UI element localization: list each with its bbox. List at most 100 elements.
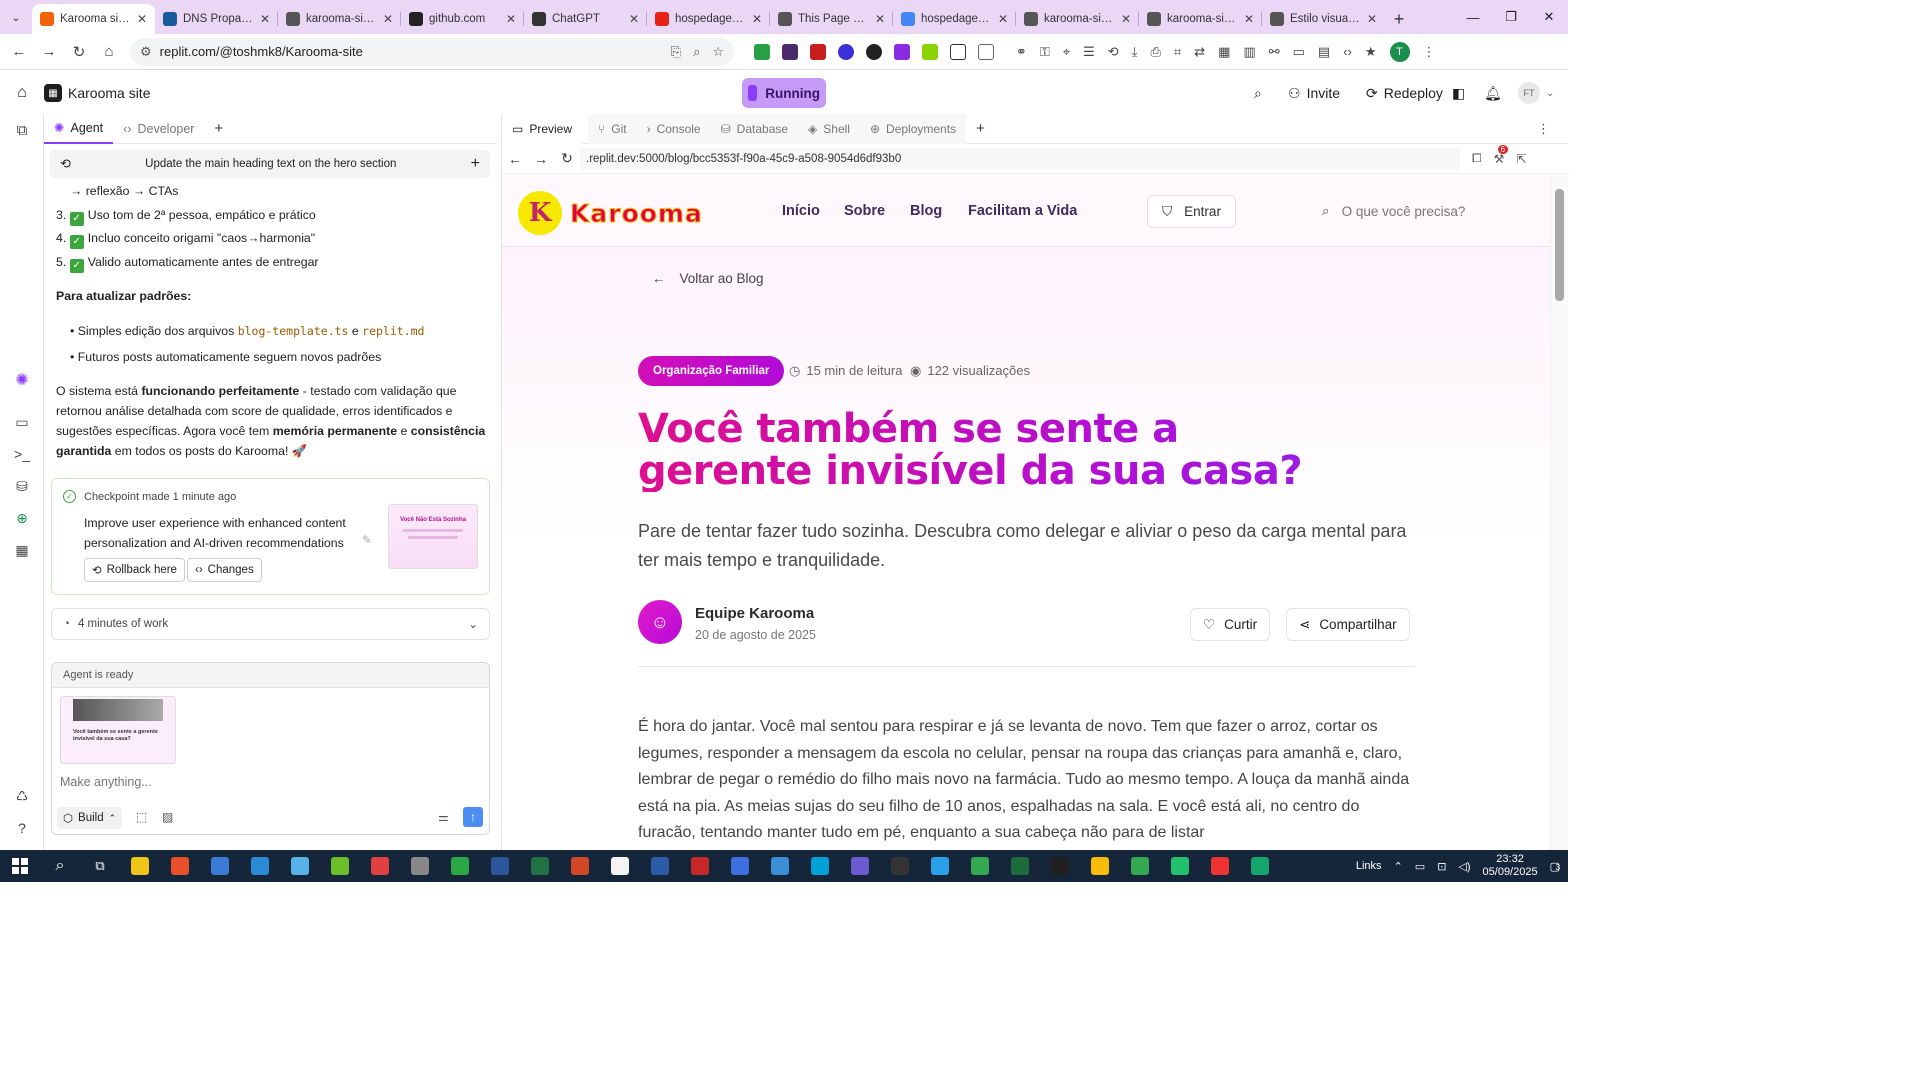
tab-preview[interactable]: ▭ Preview (502, 113, 583, 144)
chat-history-bar[interactable]: ⟲ Update the main heading text on the he… (50, 150, 490, 178)
windows-start-icon[interactable] (0, 850, 40, 882)
browser-tab[interactable]: karooma-site-t ✕ (278, 4, 401, 34)
deployments-globe-icon[interactable]: ⊕ (0, 510, 44, 527)
rollback-button[interactable]: ⟲ Rollback here (84, 558, 185, 582)
taskbar-app-icon[interactable] (1000, 850, 1040, 882)
location-pin-icon[interactable]: ⌖ (1063, 44, 1070, 60)
links-toolbar[interactable]: Links (1356, 860, 1382, 872)
tab-database[interactable]: ⛁ Database (710, 113, 799, 144)
reload-icon[interactable]: ↻ (64, 37, 94, 67)
taskbar-app-icon[interactable] (960, 850, 1000, 882)
taskbar-app-icon[interactable] (200, 850, 240, 882)
new-tab-button[interactable]: + (1385, 4, 1413, 34)
work-summary-bar[interactable]: ◔ 4 minutes of work ⌄ (51, 608, 490, 640)
reload-icon[interactable]: ↻ (554, 150, 580, 167)
database-icon[interactable]: ⛁ (0, 478, 44, 495)
browser-tab[interactable]: Karooma site - ✕ (32, 4, 155, 34)
browser-tab[interactable]: karooma-site-t ✕ (1139, 4, 1262, 34)
taskbar-app-icon[interactable] (720, 850, 760, 882)
taskbar-app-icon[interactable] (320, 850, 360, 882)
close-tab-icon[interactable]: ✕ (629, 12, 639, 26)
extension-icon[interactable] (866, 43, 882, 60)
run-status-button[interactable]: Running (742, 78, 826, 108)
site-logo[interactable]: K Karooma (518, 191, 703, 235)
prompt-input[interactable] (60, 775, 360, 789)
taskbar-app-icon[interactable] (1160, 850, 1200, 882)
tray-chevron-icon[interactable]: ⌃ (1394, 860, 1403, 873)
reading-list-icon[interactable]: ☰ (1083, 44, 1095, 60)
qr-code-icon[interactable]: ▦ (1218, 44, 1230, 60)
ai-chat-icon[interactable]: ◧ (1452, 78, 1465, 108)
close-window-icon[interactable]: ✕ (1530, 0, 1568, 34)
help-icon[interactable]: ? (0, 820, 44, 836)
taskbar-app-icon[interactable] (680, 850, 720, 882)
tab-console[interactable]: › Console (636, 113, 711, 144)
extension-icon[interactable] (782, 43, 798, 60)
task-view-icon[interactable]: ⧉ (80, 850, 120, 882)
attachment-thumbnail[interactable]: Você também se sente a gerente invisível… (60, 696, 176, 764)
taskbar-app-icon[interactable] (600, 850, 640, 882)
devtools-code-icon[interactable]: ‹› (1343, 44, 1352, 59)
build-mode-select[interactable]: ⬡ Build ⌃ (57, 807, 123, 829)
open-new-tab-icon[interactable]: ⇱ (1516, 152, 1526, 166)
taskbar-app-icon[interactable] (1040, 850, 1080, 882)
address-bar[interactable]: ⚙ replit.com/@toshmk8/Karooma-site ⎘ ⌕ ☆ (130, 37, 734, 66)
taskbar-app-icon[interactable] (920, 850, 960, 882)
taskbar-app-icon[interactable] (280, 850, 320, 882)
browser-tab[interactable]: karooma-site-t ✕ (1016, 4, 1139, 34)
tab-agent[interactable]: ✺ Agent (44, 113, 114, 144)
tab-developer[interactable]: ‹› Developer (113, 114, 204, 144)
notification-center-icon[interactable]: ▢ 3 (1550, 860, 1560, 873)
taskbar-app-icon[interactable] (560, 850, 600, 882)
add-tab-button[interactable]: + (966, 114, 995, 144)
changes-button[interactable]: ‹› Changes (187, 558, 262, 582)
taskbar-app-icon[interactable] (360, 850, 400, 882)
taskbar-app-icon[interactable] (400, 850, 440, 882)
link-icon[interactable]: ⚯ (1269, 44, 1280, 60)
bookmarks-star-icon[interactable]: ★ (1365, 44, 1377, 60)
site-search[interactable]: ⌕ O que você precisa? (1322, 203, 1465, 219)
download-icon[interactable]: ⤓ (1132, 44, 1138, 60)
taskbar-app-icon[interactable] (440, 850, 480, 882)
close-tab-icon[interactable]: ✕ (260, 12, 270, 26)
browser-tab[interactable]: Estilo visual pa ✕ (1262, 4, 1385, 34)
devtools-wrench-icon[interactable]: ⚒ 6 (1494, 144, 1509, 166)
battery-icon[interactable]: ▭ (1415, 860, 1425, 873)
back-to-blog-link[interactable]: ← Voltar ao Blog (652, 271, 764, 286)
close-tab-icon[interactable]: ✕ (137, 12, 147, 26)
preview-url[interactable]: .replit.dev:5000/blog/bcc5353f-f90a-45c9… (580, 147, 1460, 170)
install-app-icon[interactable]: ⎘ (671, 44, 681, 60)
restore-window-icon[interactable]: ❐ (1492, 0, 1530, 34)
login-button[interactable]: ⛉ Entrar (1147, 195, 1236, 228)
translate-icon[interactable]: ⇄ (1194, 44, 1205, 60)
extension-icon[interactable] (754, 43, 770, 60)
forward-arrow-icon[interactable]: → (528, 151, 554, 167)
taskbar-app-icon[interactable] (800, 850, 840, 882)
print-icon[interactable]: ⎙ (1150, 44, 1160, 60)
home-icon[interactable]: ⌂ (0, 84, 44, 102)
project-name[interactable]: Karooma site (68, 85, 150, 101)
taskbar-app-icon[interactable] (840, 850, 880, 882)
profile-avatar[interactable]: T (1389, 41, 1410, 62)
taskbar-app-icon[interactable] (880, 850, 920, 882)
volume-icon[interactable]: ◁) (1458, 860, 1470, 873)
browser-tab[interactable]: DNS Propagati ✕ (155, 4, 278, 34)
extension-icon[interactable] (922, 43, 938, 60)
scrollbar-thumb[interactable] (1555, 189, 1564, 301)
settings-sliders-icon[interactable]: ⚌ (438, 810, 449, 824)
close-tab-icon[interactable]: ✕ (383, 12, 393, 26)
new-chat-icon[interactable]: + (471, 155, 480, 173)
clock[interactable]: 23:32 05/09/2025 (1483, 853, 1538, 879)
chevron-down-icon[interactable]: ⌄ (468, 617, 478, 631)
history-icon[interactable]: ⟲ (1108, 44, 1119, 60)
minimize-window-icon[interactable]: — (1454, 0, 1492, 34)
image-upload-icon[interactable]: ▨ (162, 810, 173, 824)
back-arrow-icon[interactable]: ← (4, 37, 34, 67)
nav-facilitam-a-vida[interactable]: Facilitam a Vida (968, 203, 1077, 219)
taskbar-app-icon[interactable] (160, 850, 200, 882)
learn-icon[interactable]: ♺ (0, 788, 44, 805)
devices-icon[interactable]: ⧠ (1472, 151, 1482, 166)
notifications-bell-icon[interactable]: 🔔︎ (1484, 78, 1502, 108)
nav-blog[interactable]: Blog (910, 203, 942, 219)
select-element-icon[interactable]: ⬚ (136, 810, 147, 824)
